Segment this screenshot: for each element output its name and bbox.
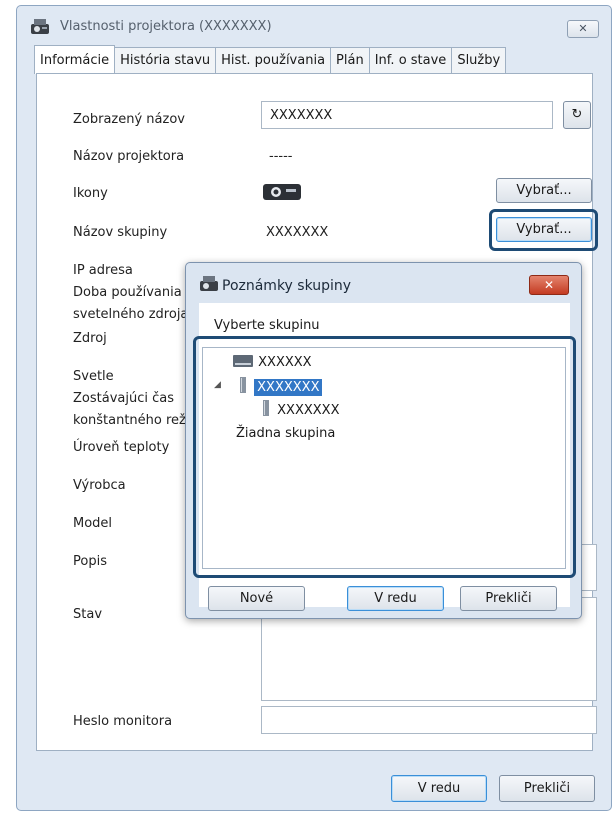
projector-app-icon [31,19,49,34]
remaining-time-label-line2: konštantného reži [73,413,190,428]
dialog-cancel-button[interactable]: Prekliči [460,586,557,611]
light-usage-label-line1: Doba používania [73,285,182,300]
group-folder-icon [240,377,246,393]
projector-icon [263,184,301,200]
tab-status-info[interactable]: Inf. o stave [369,47,453,74]
ip-address-label: IP adresa [73,263,133,278]
temperature-level-label: Úroveň teploty [73,440,170,455]
tree-item-label: XXXXXX [258,355,312,370]
tab-schedule[interactable]: Plán [331,47,370,74]
refresh-icon: ↻ [571,107,583,122]
remaining-time-label-line1: Zostávajúci čas [73,391,174,406]
icons-label: Ikony [73,186,108,201]
tree-item-label: XXXXXXX [277,403,340,418]
select-icon-button[interactable]: Vybrať... [496,178,592,203]
collapse-arrow-icon[interactable]: ◢ [214,380,221,390]
projector-name-value: ----- [269,149,293,164]
description-label: Popis [73,554,107,569]
tab-services[interactable]: Služby [452,47,507,74]
tree-item-label: Žiadna skupina [236,426,336,441]
window-close-button[interactable]: ✕ [567,20,599,38]
manufacturer-label: Výrobca [73,478,126,493]
window-title: Vlastnosti projektora (XXXXXXX) [60,19,272,34]
dialog-ok-button[interactable]: V redu [347,586,444,611]
group-name-value: XXXXXXX [266,225,329,240]
display-name-label: Zobrazený názov [73,112,185,127]
brightness-label: Svetle [73,369,114,384]
projector-app-icon [200,276,218,291]
disk-icon [233,355,253,367]
tree-item-disk[interactable]: XXXXXX [232,353,312,370]
tree-item-subgroup[interactable]: XXXXXXX [259,399,339,418]
new-group-button[interactable]: Nové [208,586,305,611]
tree-item-no-group[interactable]: Žiadna skupina [236,426,335,441]
projector-name-label: Názov projektora [73,149,185,164]
group-folder-icon [263,400,269,416]
dialog-close-button[interactable]: ✕ [529,275,569,295]
tab-bar: Informácie História stavu Hist. používan… [34,45,507,74]
cancel-button[interactable]: Prekliči [499,775,595,802]
group-tree[interactable]: XXXXXX ◢ XXXXXXX XXXXXXX Žiadna skupina [202,347,566,569]
model-label: Model [73,516,113,531]
tab-information[interactable]: Informácie [34,45,116,74]
ok-button[interactable]: V redu [391,775,487,802]
tree-item-label: XXXXXXX [254,379,323,396]
title-bar: Vlastnosti projektora (XXXXXXX) ✕ [17,6,611,42]
select-group-prompt: Vyberte skupinu [214,318,320,333]
status-label: Stav [73,607,103,622]
group-notes-dialog: Poznámky skupiny ✕ Vyberte skupinu XXXXX… [185,262,582,619]
display-name-field[interactable]: XXXXXXX [261,101,553,129]
monitor-password-field[interactable] [261,706,597,734]
group-name-label: Názov skupiny [73,225,168,240]
dialog-title: Poznámky skupiny [222,278,352,294]
tab-usage-history[interactable]: Hist. používania [216,47,332,74]
source-label: Zdroj [73,331,107,346]
refresh-button[interactable]: ↻ [563,101,591,129]
select-group-button[interactable]: Vybrať... [496,217,592,242]
tab-status-history[interactable]: História stavu [115,47,217,74]
display-name-value: XXXXXXX [270,108,333,123]
light-usage-label-line2: svetelného zdroja [73,307,189,322]
dialog-body: Vyberte skupinu XXXXXX ◢ XXXXXXX XXXXXXX… [193,303,576,611]
tree-item-group-selected[interactable]: XXXXXXX [236,376,323,396]
monitor-password-label: Heslo monitora [73,714,173,729]
